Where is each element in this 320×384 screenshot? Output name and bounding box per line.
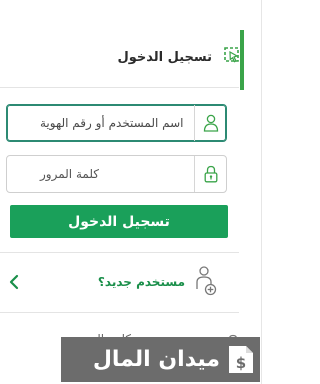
password-icon-box [194, 156, 226, 192]
watermark-text: ميدان المال [92, 347, 220, 372]
money-logo-icon: $ [229, 346, 253, 373]
chevron-left-icon [9, 274, 19, 290]
header-divider [0, 87, 239, 88]
username-icon-box [194, 105, 226, 141]
watermark: ميدان المال $ [61, 337, 260, 382]
login-cursor-icon [224, 47, 239, 63]
section-divider [0, 312, 239, 313]
new-user-link[interactable]: مستخدم جديد؟ [0, 255, 239, 310]
username-field[interactable]: اسم المستخدم أو رقم الهوية [6, 104, 227, 142]
user-icon [203, 114, 218, 132]
lock-icon [204, 165, 217, 183]
login-button[interactable]: تسجيل الدخول [10, 205, 228, 238]
add-user-icon [196, 266, 217, 296]
svg-text:$: $ [236, 354, 246, 372]
form-divider [0, 252, 239, 253]
login-panel: تسجيل الدخول اسم المستخدم أو رقم الهوية … [0, 0, 262, 384]
login-title: تسجيل الدخول [117, 50, 212, 65]
password-field[interactable]: كلمة المرور [6, 155, 227, 193]
new-user-label: مستخدم جديد؟ [97, 275, 185, 289]
active-section-bar [240, 30, 244, 90]
